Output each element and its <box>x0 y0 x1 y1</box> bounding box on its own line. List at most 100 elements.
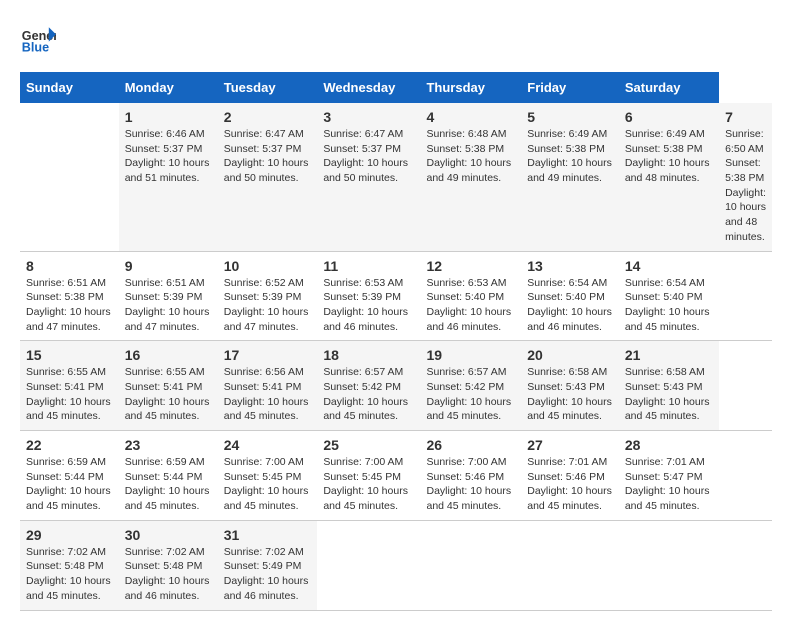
calendar-week-row: 15 Sunrise: 6:55 AMSunset: 5:41 PMDaylig… <box>20 341 772 431</box>
day-info: Sunrise: 6:51 AMSunset: 5:39 PMDaylight:… <box>125 277 210 333</box>
svg-text:Blue: Blue <box>22 41 49 55</box>
day-info: Sunrise: 6:55 AMSunset: 5:41 PMDaylight:… <box>125 366 210 422</box>
day-number: 16 <box>125 347 212 363</box>
calendar-cell: 12 Sunrise: 6:53 AMSunset: 5:40 PMDaylig… <box>420 251 521 341</box>
calendar-cell: 25 Sunrise: 7:00 AMSunset: 5:45 PMDaylig… <box>317 431 420 521</box>
day-number: 28 <box>625 437 713 453</box>
logo-icon: General Blue <box>20 20 56 56</box>
day-info: Sunrise: 6:48 AMSunset: 5:38 PMDaylight:… <box>426 128 511 184</box>
day-info: Sunrise: 6:59 AMSunset: 5:44 PMDaylight:… <box>26 456 111 512</box>
calendar-cell: 18 Sunrise: 6:57 AMSunset: 5:42 PMDaylig… <box>317 341 420 431</box>
calendar-cell: 2 Sunrise: 6:47 AMSunset: 5:37 PMDayligh… <box>218 103 318 251</box>
calendar-week-row: 8 Sunrise: 6:51 AMSunset: 5:38 PMDayligh… <box>20 251 772 341</box>
day-info: Sunrise: 6:55 AMSunset: 5:41 PMDaylight:… <box>26 366 111 422</box>
day-number: 5 <box>527 109 613 125</box>
day-number: 17 <box>224 347 312 363</box>
calendar-cell: 9 Sunrise: 6:51 AMSunset: 5:39 PMDayligh… <box>119 251 218 341</box>
calendar-cell: 22 Sunrise: 6:59 AMSunset: 5:44 PMDaylig… <box>20 431 119 521</box>
day-info: Sunrise: 6:47 AMSunset: 5:37 PMDaylight:… <box>224 128 309 184</box>
calendar-cell: 7 Sunrise: 6:50 AMSunset: 5:38 PMDayligh… <box>719 103 772 251</box>
calendar-cell: 5 Sunrise: 6:49 AMSunset: 5:38 PMDayligh… <box>521 103 619 251</box>
day-number: 10 <box>224 258 312 274</box>
calendar-week-row: 22 Sunrise: 6:59 AMSunset: 5:44 PMDaylig… <box>20 431 772 521</box>
day-info: Sunrise: 6:47 AMSunset: 5:37 PMDaylight:… <box>323 128 408 184</box>
day-info: Sunrise: 7:01 AMSunset: 5:46 PMDaylight:… <box>527 456 612 512</box>
calendar-cell <box>619 520 719 610</box>
calendar-cell: 31 Sunrise: 7:02 AMSunset: 5:49 PMDaylig… <box>218 520 318 610</box>
calendar-cell: 17 Sunrise: 6:56 AMSunset: 5:41 PMDaylig… <box>218 341 318 431</box>
column-header-saturday: Saturday <box>619 72 719 103</box>
day-number: 11 <box>323 258 414 274</box>
calendar-cell: 30 Sunrise: 7:02 AMSunset: 5:48 PMDaylig… <box>119 520 218 610</box>
day-number: 12 <box>426 258 515 274</box>
calendar-week-row: 29 Sunrise: 7:02 AMSunset: 5:48 PMDaylig… <box>20 520 772 610</box>
day-number: 6 <box>625 109 713 125</box>
day-number: 19 <box>426 347 515 363</box>
day-number: 2 <box>224 109 312 125</box>
day-info: Sunrise: 7:01 AMSunset: 5:47 PMDaylight:… <box>625 456 710 512</box>
calendar-cell: 24 Sunrise: 7:00 AMSunset: 5:45 PMDaylig… <box>218 431 318 521</box>
day-number: 13 <box>527 258 613 274</box>
column-header-thursday: Thursday <box>420 72 521 103</box>
page-header: General Blue <box>20 20 772 56</box>
calendar-cell: 14 Sunrise: 6:54 AMSunset: 5:40 PMDaylig… <box>619 251 719 341</box>
calendar-cell: 8 Sunrise: 6:51 AMSunset: 5:38 PMDayligh… <box>20 251 119 341</box>
day-info: Sunrise: 6:46 AMSunset: 5:37 PMDaylight:… <box>125 128 210 184</box>
calendar-cell: 29 Sunrise: 7:02 AMSunset: 5:48 PMDaylig… <box>20 520 119 610</box>
day-number: 14 <box>625 258 713 274</box>
calendar-cell: 3 Sunrise: 6:47 AMSunset: 5:37 PMDayligh… <box>317 103 420 251</box>
calendar-cell: 1 Sunrise: 6:46 AMSunset: 5:37 PMDayligh… <box>119 103 218 251</box>
day-info: Sunrise: 6:54 AMSunset: 5:40 PMDaylight:… <box>527 277 612 333</box>
day-info: Sunrise: 6:49 AMSunset: 5:38 PMDaylight:… <box>527 128 612 184</box>
column-header-friday: Friday <box>521 72 619 103</box>
day-number: 31 <box>224 527 312 543</box>
calendar-cell: 16 Sunrise: 6:55 AMSunset: 5:41 PMDaylig… <box>119 341 218 431</box>
day-number: 22 <box>26 437 113 453</box>
calendar-cell: 21 Sunrise: 6:58 AMSunset: 5:43 PMDaylig… <box>619 341 719 431</box>
day-info: Sunrise: 7:02 AMSunset: 5:48 PMDaylight:… <box>26 546 111 602</box>
calendar-week-row: 1 Sunrise: 6:46 AMSunset: 5:37 PMDayligh… <box>20 103 772 251</box>
calendar-cell: 13 Sunrise: 6:54 AMSunset: 5:40 PMDaylig… <box>521 251 619 341</box>
column-header-tuesday: Tuesday <box>218 72 318 103</box>
day-info: Sunrise: 7:02 AMSunset: 5:48 PMDaylight:… <box>125 546 210 602</box>
calendar-header-row: SundayMondayTuesdayWednesdayThursdayFrid… <box>20 72 772 103</box>
day-number: 3 <box>323 109 414 125</box>
day-number: 15 <box>26 347 113 363</box>
day-info: Sunrise: 6:54 AMSunset: 5:40 PMDaylight:… <box>625 277 710 333</box>
day-info: Sunrise: 6:58 AMSunset: 5:43 PMDaylight:… <box>527 366 612 422</box>
day-info: Sunrise: 6:49 AMSunset: 5:38 PMDaylight:… <box>625 128 710 184</box>
calendar-cell: 20 Sunrise: 6:58 AMSunset: 5:43 PMDaylig… <box>521 341 619 431</box>
calendar-cell: 23 Sunrise: 6:59 AMSunset: 5:44 PMDaylig… <box>119 431 218 521</box>
day-info: Sunrise: 6:57 AMSunset: 5:42 PMDaylight:… <box>323 366 408 422</box>
day-number: 25 <box>323 437 414 453</box>
day-number: 30 <box>125 527 212 543</box>
day-number: 4 <box>426 109 515 125</box>
day-info: Sunrise: 7:00 AMSunset: 5:45 PMDaylight:… <box>224 456 309 512</box>
column-header-monday: Monday <box>119 72 218 103</box>
calendar-cell <box>521 520 619 610</box>
day-number: 20 <box>527 347 613 363</box>
day-number: 7 <box>725 109 766 125</box>
calendar-cell-empty <box>20 103 119 251</box>
calendar-cell: 4 Sunrise: 6:48 AMSunset: 5:38 PMDayligh… <box>420 103 521 251</box>
calendar-table: SundayMondayTuesdayWednesdayThursdayFrid… <box>20 72 772 611</box>
day-number: 1 <box>125 109 212 125</box>
calendar-cell <box>420 520 521 610</box>
day-number: 29 <box>26 527 113 543</box>
day-number: 24 <box>224 437 312 453</box>
day-info: Sunrise: 7:00 AMSunset: 5:45 PMDaylight:… <box>323 456 408 512</box>
day-info: Sunrise: 7:02 AMSunset: 5:49 PMDaylight:… <box>224 546 309 602</box>
calendar-cell: 10 Sunrise: 6:52 AMSunset: 5:39 PMDaylig… <box>218 251 318 341</box>
column-header-wednesday: Wednesday <box>317 72 420 103</box>
day-info: Sunrise: 6:56 AMSunset: 5:41 PMDaylight:… <box>224 366 309 422</box>
logo: General Blue <box>20 20 56 56</box>
calendar-cell: 11 Sunrise: 6:53 AMSunset: 5:39 PMDaylig… <box>317 251 420 341</box>
day-info: Sunrise: 6:53 AMSunset: 5:39 PMDaylight:… <box>323 277 408 333</box>
calendar-cell: 26 Sunrise: 7:00 AMSunset: 5:46 PMDaylig… <box>420 431 521 521</box>
day-info: Sunrise: 6:59 AMSunset: 5:44 PMDaylight:… <box>125 456 210 512</box>
calendar-cell: 28 Sunrise: 7:01 AMSunset: 5:47 PMDaylig… <box>619 431 719 521</box>
day-number: 9 <box>125 258 212 274</box>
day-info: Sunrise: 7:00 AMSunset: 5:46 PMDaylight:… <box>426 456 511 512</box>
day-info: Sunrise: 6:52 AMSunset: 5:39 PMDaylight:… <box>224 277 309 333</box>
day-info: Sunrise: 6:50 AMSunset: 5:38 PMDaylight:… <box>725 128 766 243</box>
